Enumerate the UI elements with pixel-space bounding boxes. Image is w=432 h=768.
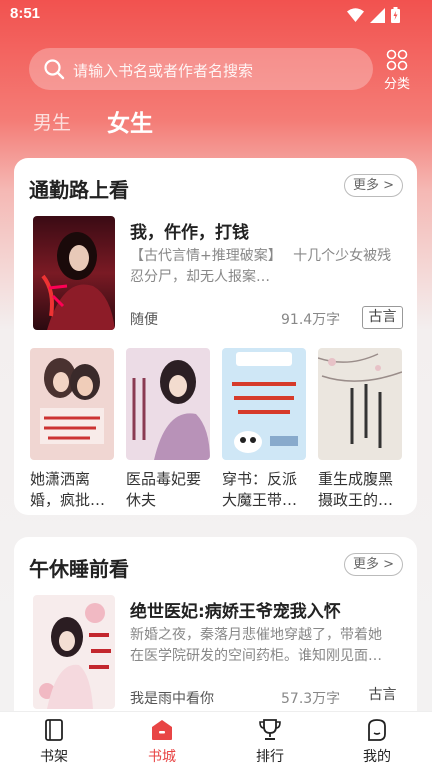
featured-description: 【古代言情+推理破案】 十几个少女被残忍分尸，却无人报案… bbox=[130, 248, 392, 285]
featured-title: 绝世医妃:病娇王爷宠我入怀 bbox=[130, 602, 341, 622]
book-cover[interactable] bbox=[222, 348, 306, 460]
bottom-nav: 书架 书城 排行 我的 bbox=[0, 711, 432, 768]
book-title: 重生成腹黑摄政王的… bbox=[318, 470, 394, 509]
featured-description: 新婚之夜，秦落月悲催地穿越了，带着她在医学院研发的空间药柜。谁知刚见面… bbox=[130, 627, 382, 664]
nav-bookshelf[interactable]: 书架 bbox=[14, 712, 94, 768]
book-cover[interactable] bbox=[126, 348, 210, 460]
more-button[interactable]: 更多 > bbox=[344, 174, 403, 197]
search-icon bbox=[44, 59, 65, 80]
section-title: 通勤路上看 bbox=[29, 178, 129, 202]
signal-icon bbox=[370, 7, 385, 23]
nav-profile[interactable]: 我的 bbox=[337, 712, 417, 768]
nav-bookstore[interactable]: 书城 bbox=[122, 712, 202, 768]
genre-tag: 古言 bbox=[368, 687, 397, 703]
status-bar: 8:51 bbox=[0, 0, 432, 30]
featured-author: 我是雨中看你 bbox=[130, 691, 214, 707]
book-grid: 她潇洒离婚，疯批… 医品毒妃要休夫 穿书：反派大魔王带… 重生成腹黑摄政王的… bbox=[30, 348, 404, 511]
book-cover[interactable] bbox=[33, 216, 115, 330]
featured-word-count: 57.3万字 bbox=[281, 691, 341, 707]
bookstore-icon bbox=[152, 720, 172, 740]
gender-tabs: 男生 女生 bbox=[0, 104, 432, 140]
section-bedtime: 午休睡前看 更多 > 绝世医妃:病娇王爷宠我入怀 新婚之夜，秦落月悲催地穿越了，… bbox=[14, 537, 417, 737]
featured-book[interactable]: 绝世医妃:病娇王爷宠我入怀 新婚之夜，秦落月悲催地穿越了，带着她在医学院研发的空… bbox=[33, 595, 403, 711]
book-item[interactable]: 医品毒妃要休夫 bbox=[126, 348, 210, 511]
book-cover[interactable] bbox=[30, 348, 114, 460]
wifi-icon bbox=[347, 8, 364, 22]
book-title: 医品毒妃要休夫 bbox=[126, 470, 202, 509]
book-item[interactable]: 重生成腹黑摄政王的… bbox=[318, 348, 402, 511]
nav-label: 我的 bbox=[363, 749, 391, 765]
featured-book[interactable]: 我，仵作，打钱 【古代言情+推理破案】 十几个少女被残忍分尸，却无人报案… 随便… bbox=[33, 216, 403, 332]
trophy-icon bbox=[259, 719, 281, 740]
section-title: 午休睡前看 bbox=[29, 557, 129, 581]
more-button[interactable]: 更多 > bbox=[344, 553, 403, 576]
nav-ranking[interactable]: 排行 bbox=[230, 712, 310, 768]
featured-title: 我，仵作，打钱 bbox=[130, 223, 249, 243]
category-label: 分类 bbox=[383, 77, 410, 92]
nav-label: 书城 bbox=[148, 749, 176, 765]
bookshelf-icon bbox=[45, 719, 63, 741]
book-cover[interactable] bbox=[318, 348, 402, 460]
status-time: 8:51 bbox=[10, 5, 41, 22]
nav-label: 排行 bbox=[256, 749, 284, 765]
profile-icon bbox=[368, 719, 386, 741]
book-item[interactable]: 她潇洒离婚，疯批… bbox=[30, 348, 114, 511]
header: 请输入书名或者作者名搜索 分类 bbox=[0, 44, 432, 94]
nav-label: 书架 bbox=[40, 749, 68, 765]
featured-author: 随便 bbox=[130, 312, 158, 328]
book-title: 她潇洒离婚，疯批… bbox=[30, 470, 106, 509]
search-placeholder: 请输入书名或者作者名搜索 bbox=[73, 62, 254, 80]
tab-male[interactable]: 男生 bbox=[33, 108, 71, 135]
category-icon bbox=[386, 49, 408, 71]
category-button[interactable]: 分类 bbox=[378, 46, 416, 92]
battery-icon bbox=[391, 7, 400, 23]
section-commute: 通勤路上看 更多 > 我，仵作，打钱 【古代言情+推理破案】 十几个少女被残忍分… bbox=[14, 158, 417, 515]
book-cover[interactable] bbox=[33, 595, 115, 709]
tab-female[interactable]: 女生 bbox=[107, 104, 153, 138]
book-item[interactable]: 穿书：反派大魔王带… bbox=[222, 348, 306, 511]
search-input[interactable]: 请输入书名或者作者名搜索 bbox=[29, 48, 373, 90]
status-icons bbox=[347, 7, 400, 23]
featured-word-count: 91.4万字 bbox=[281, 312, 341, 328]
book-title: 穿书：反派大魔王带… bbox=[222, 470, 298, 509]
genre-tag: 古言 bbox=[362, 306, 403, 329]
